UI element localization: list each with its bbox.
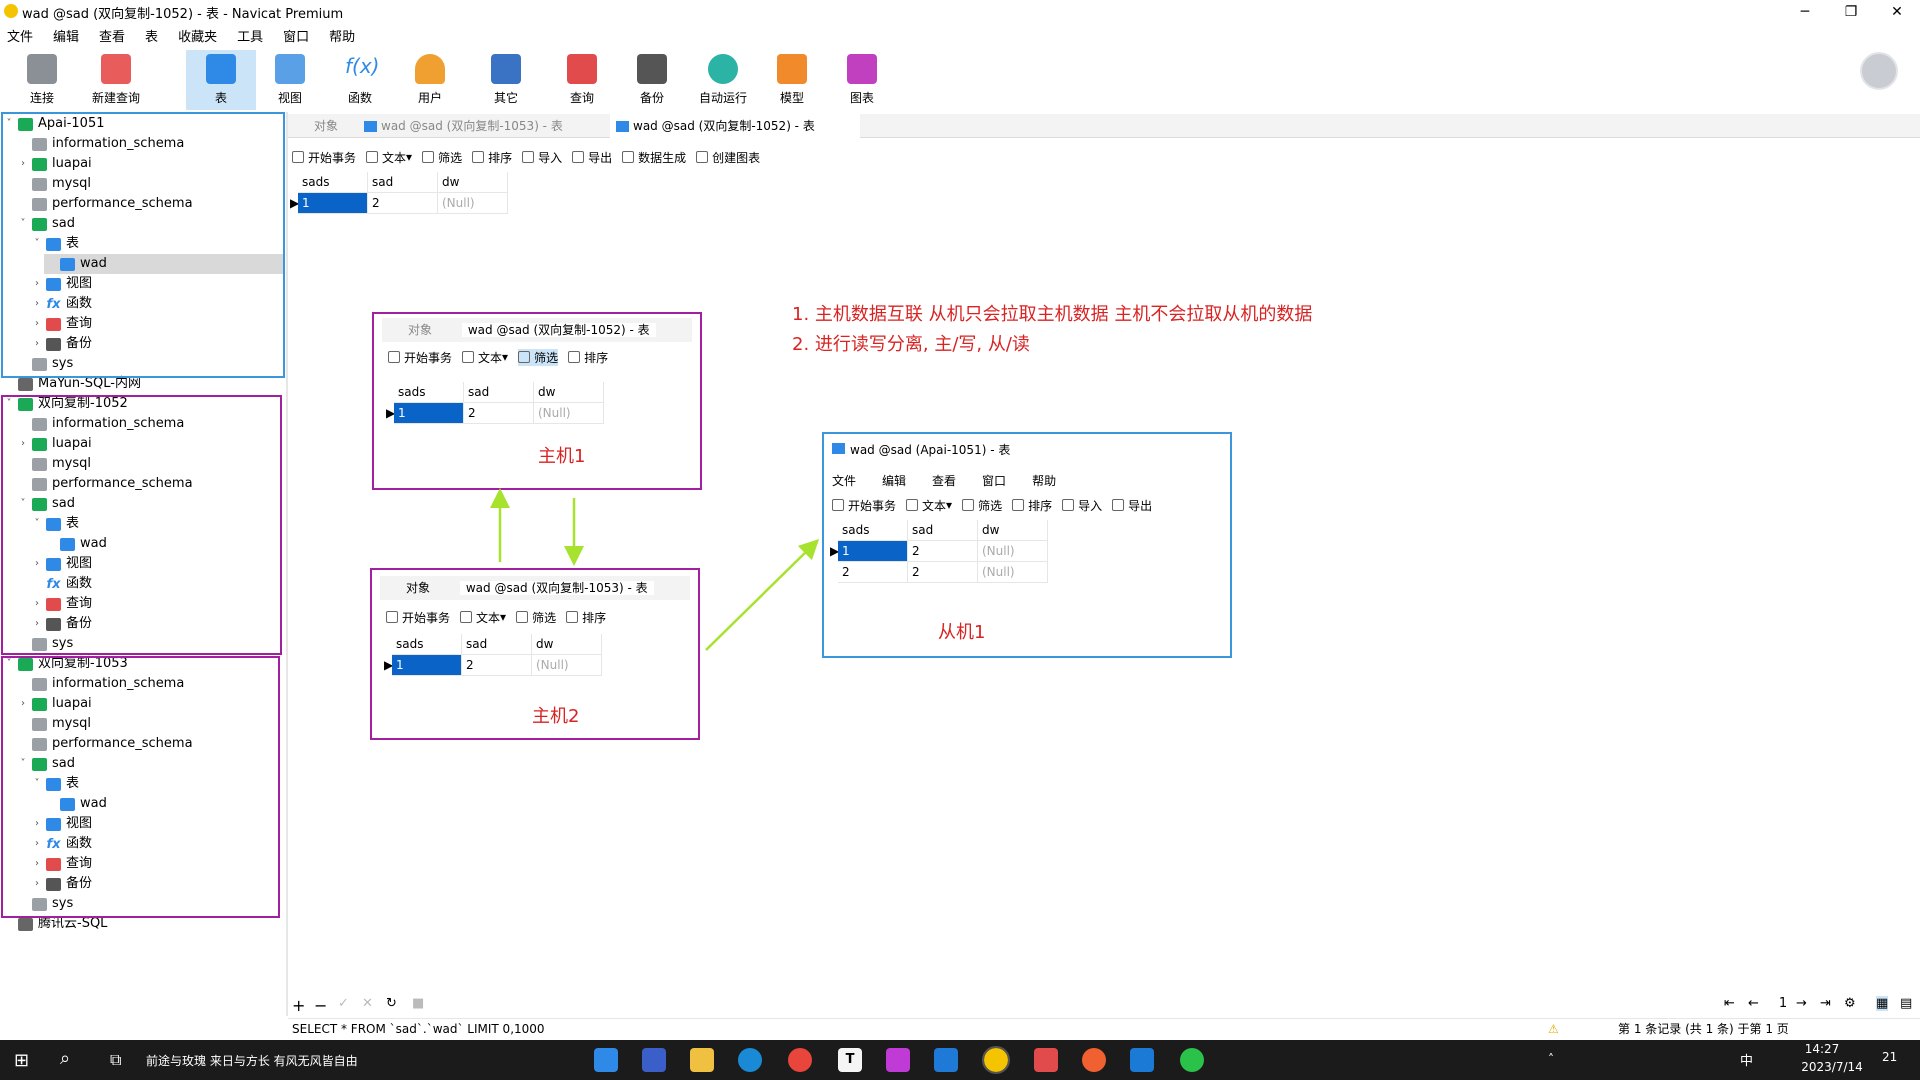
last-page-button[interactable]: ⇥ bbox=[1820, 996, 1831, 1011]
windows-start-icon[interactable]: ⊞ bbox=[14, 1050, 29, 1071]
record-toolbar: + − ✓ ✕ ↻ ■ ⇤ ← 1 → ⇥ ⚙ ▦ ▤ bbox=[288, 996, 1920, 1016]
add-record-button[interactable]: + bbox=[292, 996, 305, 1015]
stop-button[interactable]: ■ bbox=[412, 996, 424, 1011]
app-icon[interactable] bbox=[1034, 1048, 1058, 1072]
chevron-up-icon[interactable]: ˄ bbox=[1548, 1052, 1554, 1066]
wechat-icon[interactable] bbox=[1180, 1048, 1204, 1072]
refresh-button[interactable]: ↻ bbox=[386, 996, 397, 1011]
status-bar: SELECT * FROM `sad`.`wad` LIMIT 0,1000 ⚠… bbox=[288, 1018, 1920, 1038]
first-page-button[interactable]: ⇤ bbox=[1724, 996, 1735, 1011]
settings-gear-icon[interactable]: ⚙ bbox=[1844, 996, 1856, 1011]
discard-button[interactable]: ✕ bbox=[362, 996, 373, 1011]
postman-icon[interactable] bbox=[1082, 1048, 1106, 1072]
form-view-icon[interactable]: ▤ bbox=[1900, 996, 1912, 1011]
clock-time[interactable]: 14:27 bbox=[1792, 1042, 1852, 1056]
webstorm-icon[interactable] bbox=[934, 1048, 958, 1072]
navicat-icon[interactable] bbox=[982, 1046, 1010, 1074]
ime-indicator[interactable]: 中 bbox=[1740, 1050, 1753, 1069]
vscode-icon[interactable] bbox=[1130, 1048, 1154, 1072]
chrome-icon[interactable] bbox=[788, 1048, 812, 1072]
notification-badge[interactable]: 21 bbox=[1882, 1050, 1897, 1064]
arrow-master-to-slave bbox=[705, 538, 820, 651]
next-page-button[interactable]: → bbox=[1796, 996, 1807, 1011]
replication-arrows bbox=[490, 488, 820, 651]
grid-view-icon[interactable]: ▦ bbox=[1876, 996, 1889, 1011]
delete-record-button[interactable]: − bbox=[314, 996, 327, 1015]
search-icon[interactable]: ⌕ bbox=[60, 1048, 70, 1069]
page-number-field[interactable]: 1 bbox=[1772, 996, 1794, 1011]
record-count: 第 1 条记录 (共 1 条) 于第 1 页 bbox=[1618, 1022, 1789, 1036]
store-icon[interactable] bbox=[642, 1048, 666, 1072]
typora-icon[interactable]: T bbox=[838, 1048, 862, 1072]
taskbar: ⊞ ⌕ ⧉ 前途与玫瑰 来日与方长 有风无风皆自由 T ˄ 中 14:27 20… bbox=[0, 1040, 1920, 1080]
mail-icon[interactable] bbox=[594, 1048, 618, 1072]
warning-icon[interactable]: ⚠ bbox=[1548, 1019, 1559, 1039]
taskbar-search-text[interactable]: 前途与玫瑰 来日与方长 有风无风皆自由 bbox=[146, 1052, 358, 1069]
apply-button[interactable]: ✓ bbox=[338, 996, 349, 1011]
task-view-icon[interactable]: ⧉ bbox=[110, 1050, 121, 1070]
clock-date[interactable]: 2023/7/14 bbox=[1792, 1060, 1872, 1074]
jetbrains-icon[interactable] bbox=[886, 1048, 910, 1072]
file-explorer-icon[interactable] bbox=[690, 1048, 714, 1072]
sql-status: SELECT * FROM `sad`.`wad` LIMIT 0,1000 bbox=[292, 1022, 545, 1036]
prev-page-button[interactable]: ← bbox=[1748, 996, 1759, 1011]
edge-icon[interactable] bbox=[738, 1048, 762, 1072]
